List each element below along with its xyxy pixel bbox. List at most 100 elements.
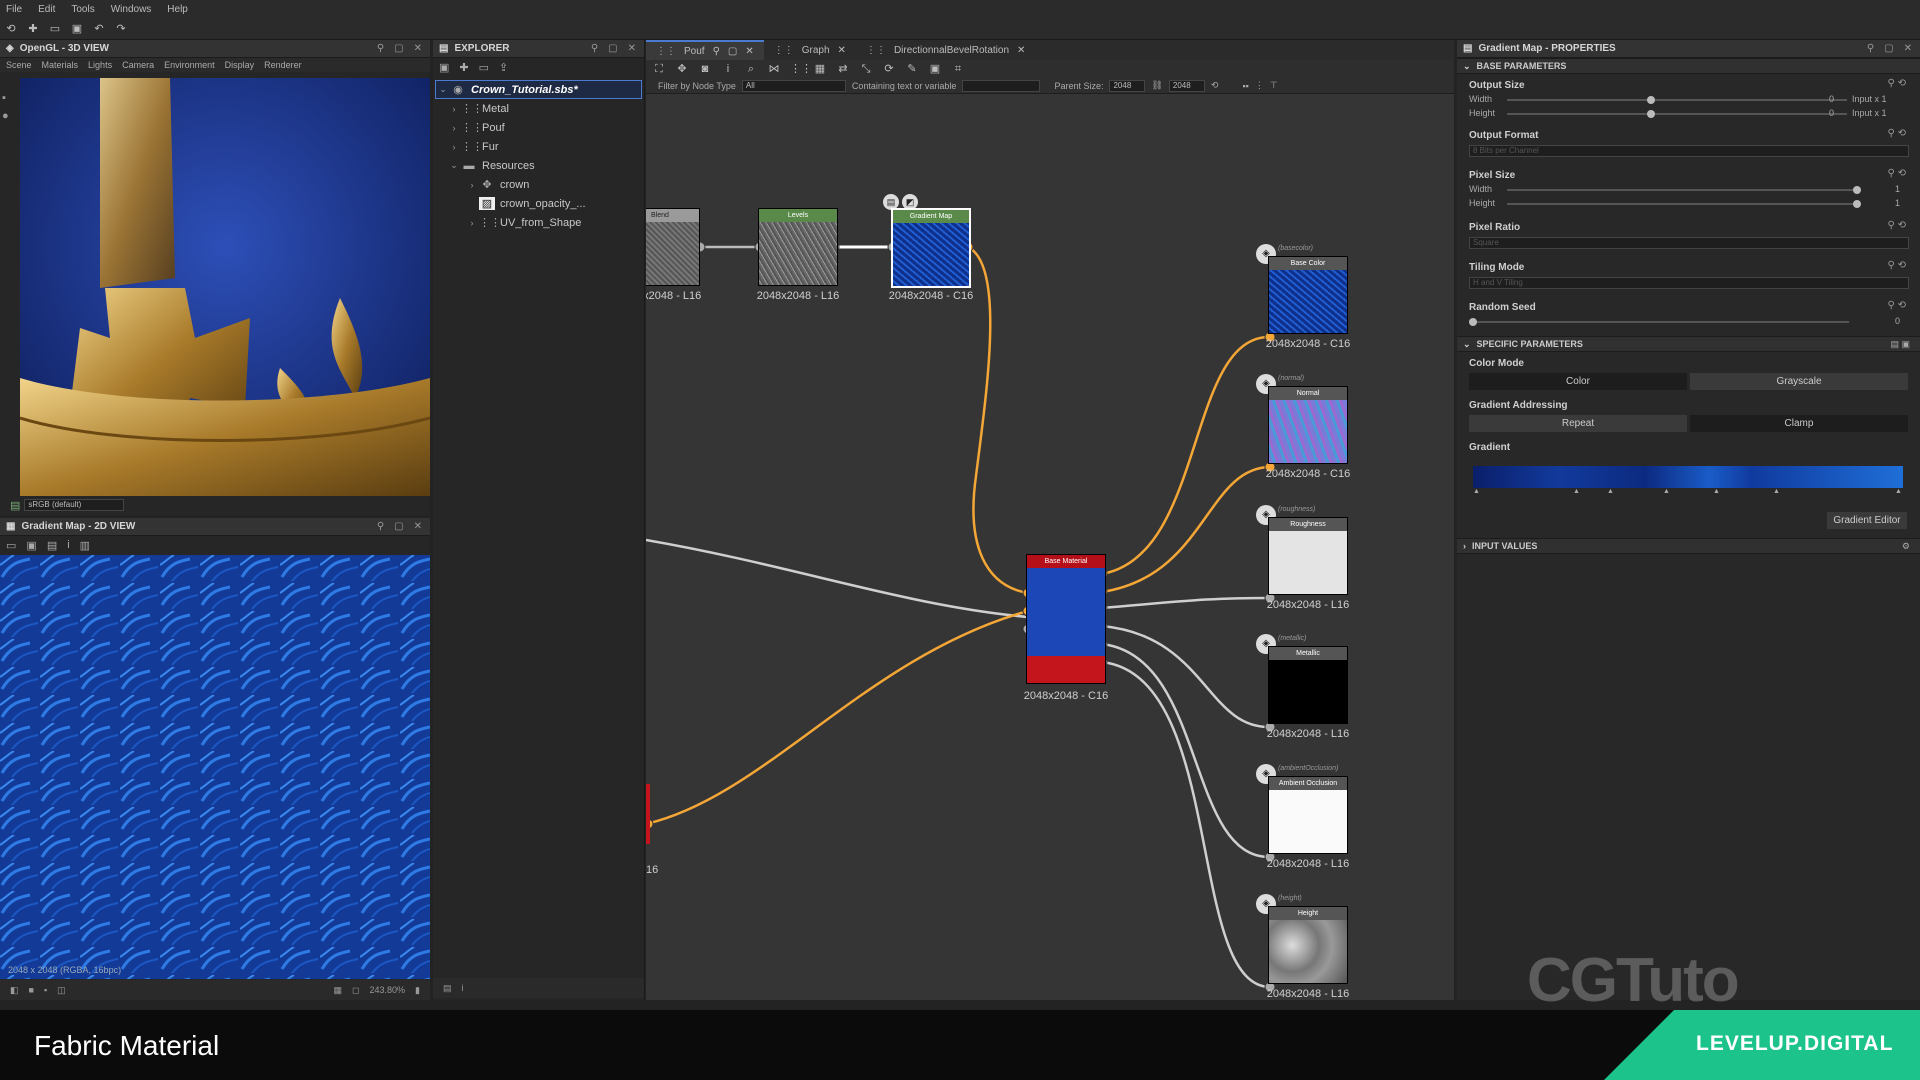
gear-icon[interactable]: ⚙: [1902, 541, 1920, 552]
slider-knob[interactable]: [1853, 186, 1861, 194]
tree-item-crown-opacity[interactable]: ▨ crown_opacity_...: [433, 194, 644, 213]
open-icon[interactable]: ▭: [48, 22, 62, 36]
tree-item-metal[interactable]: › ⋮⋮ Metal: [433, 99, 644, 118]
colorspace-select[interactable]: sRGB (default): [24, 499, 125, 511]
param-actions-icon[interactable]: ⚲ ⟲: [1888, 78, 1906, 89]
tree-root[interactable]: ⌄ ◉ Crown_Tutorial.sbs*: [435, 80, 642, 99]
gradient-editor-button[interactable]: Gradient Editor: [1827, 512, 1907, 529]
addressing-repeat-button[interactable]: Repeat: [1469, 415, 1687, 432]
histogram-icon[interactable]: ▥: [80, 539, 90, 552]
pixel-width-slider[interactable]: [1507, 186, 1861, 194]
graph-icon[interactable]: ⋮⋮: [790, 62, 812, 76]
view-mode-icon[interactable]: ▪▪: [1242, 81, 1248, 91]
tree-item-pouf[interactable]: › ⋮⋮ Pouf: [433, 118, 644, 137]
3d-viewport[interactable]: [20, 78, 430, 496]
chevron-right-icon[interactable]: ›: [465, 180, 479, 190]
pin-icon[interactable]: ⚲: [377, 521, 384, 532]
slider-knob[interactable]: [1469, 318, 1477, 326]
slider-knob[interactable]: [1853, 200, 1861, 208]
info-icon[interactable]: i: [67, 539, 69, 551]
chevron-right-icon[interactable]: ›: [465, 218, 479, 228]
snapshot-icon[interactable]: ◙: [698, 62, 712, 76]
publish-icon[interactable]: ⇪: [499, 61, 508, 74]
chevron-down-icon[interactable]: ⌄: [447, 160, 461, 171]
chevron-right-icon[interactable]: ›: [447, 142, 461, 152]
addressing-clamp-button[interactable]: Clamp: [1690, 415, 1908, 432]
pixel-height-slider[interactable]: [1507, 200, 1861, 208]
color-mode-color-button[interactable]: Color: [1469, 373, 1687, 390]
slider-knob[interactable]: [1647, 96, 1655, 104]
parent-size-select-b[interactable]: 2048: [1168, 79, 1205, 92]
info-icon[interactable]: i: [721, 62, 735, 76]
node-icon[interactable]: ▦: [813, 62, 827, 76]
light-icon[interactable]: ●: [2, 110, 18, 122]
align-icon[interactable]: ⋈: [767, 62, 781, 76]
param-actions-icon[interactable]: ⚲ ⟲: [1888, 128, 1906, 139]
base-parameters-header[interactable]: ⌄ BASE PARAMETERS: [1457, 58, 1920, 74]
containing-input[interactable]: [962, 79, 1041, 92]
gradient-preview[interactable]: [1473, 466, 1903, 488]
node-left-partial[interactable]: [646, 784, 650, 844]
gradient-stop-icon[interactable]: ▲: [1773, 488, 1780, 495]
output-width-mode[interactable]: Input x 1: [1852, 94, 1887, 104]
2d-viewport[interactable]: 2048 x 2048 (RGBA, 16bpc): [0, 555, 430, 979]
tree-item-fur[interactable]: › ⋮⋮ Fur: [433, 137, 644, 156]
pin-icon[interactable]: ⚲: [377, 43, 384, 54]
param-actions-icon[interactable]: ⚲ ⟲: [1888, 300, 1906, 311]
float-icon[interactable]: ▢: [1884, 43, 1893, 54]
info-icon[interactable]: i: [462, 983, 464, 993]
grid-icon[interactable]: ▦: [334, 985, 343, 996]
node-levels[interactable]: Levels: [758, 208, 838, 286]
node-output-height[interactable]: Height: [1268, 906, 1348, 984]
output-height-slider[interactable]: [1507, 110, 1847, 118]
close-icon[interactable]: ✕: [414, 43, 422, 54]
menu-materials[interactable]: Materials: [42, 60, 79, 70]
menu-tools[interactable]: Tools: [71, 4, 94, 15]
gradient-stop-icon[interactable]: ▲: [1573, 488, 1580, 495]
menu-environment[interactable]: Environment: [164, 60, 215, 70]
node-output-metallic[interactable]: Metallic: [1268, 646, 1348, 724]
copy-icon[interactable]: ▭: [6, 539, 16, 552]
menu-renderer[interactable]: Renderer: [264, 60, 302, 70]
menu-scene[interactable]: Scene: [6, 60, 32, 70]
node-output-ao[interactable]: Ambient Occlusion: [1268, 776, 1348, 854]
save-icon[interactable]: ▣: [70, 22, 84, 36]
channels-icon[interactable]: ◫: [57, 985, 66, 996]
input-values-header[interactable]: › INPUT VALUES ⚙: [1457, 538, 1920, 554]
crop-icon[interactable]: ⌗: [951, 62, 965, 76]
reset-icon[interactable]: ⟲: [1211, 80, 1219, 91]
tab-directionnal-bevel[interactable]: ⋮⋮ DirectionnalBevelRotation ✕: [856, 40, 1035, 60]
menu-lights[interactable]: Lights: [88, 60, 112, 70]
tree-layout-icon[interactable]: ⊤: [1270, 80, 1278, 91]
node-output-basecolor[interactable]: Base Color: [1268, 256, 1348, 334]
close-icon[interactable]: ✕: [1017, 45, 1025, 56]
lock-icon[interactable]: ▮: [415, 985, 430, 996]
chevron-right-icon[interactable]: ›: [447, 104, 461, 114]
camera-icon[interactable]: ▪: [2, 92, 18, 104]
node-output-roughness[interactable]: Roughness: [1268, 517, 1348, 595]
move-icon[interactable]: ✥: [675, 62, 689, 76]
node-blend[interactable]: Blend: [646, 208, 700, 286]
gradient-stop-icon[interactable]: ▲: [1713, 488, 1720, 495]
close-icon[interactable]: ✕: [628, 43, 636, 54]
tiling-mode-select[interactable]: H and V Tiling: [1469, 277, 1909, 289]
menu-windows[interactable]: Windows: [111, 4, 152, 15]
gradient-stop-icon[interactable]: ▲: [1663, 488, 1670, 495]
node-base-material[interactable]: Base Material: [1026, 554, 1106, 684]
search-icon[interactable]: ⌕: [744, 62, 758, 76]
float-icon[interactable]: ▢: [394, 43, 403, 54]
chevron-right-icon[interactable]: ›: [447, 123, 461, 133]
save-icon[interactable]: ▣: [439, 61, 449, 74]
zoom-level[interactable]: 243.80%: [370, 985, 406, 995]
frame-all-icon[interactable]: ⛶: [652, 62, 666, 76]
color-mode-grayscale-button[interactable]: Grayscale: [1690, 373, 1908, 390]
tree-item-uv-from-shape[interactable]: › ⋮⋮ UV_from_Shape: [433, 213, 644, 232]
export-icon[interactable]: ▤: [47, 539, 57, 552]
output-width-value[interactable]: 0: [1829, 94, 1834, 104]
tree-item-resources[interactable]: ⌄ ▬ Resources: [433, 156, 644, 175]
float-icon[interactable]: ▢: [608, 43, 617, 54]
menu-display[interactable]: Display: [225, 60, 255, 70]
refresh-icon[interactable]: ⟳: [882, 62, 896, 76]
options-icon[interactable]: ⋮: [1255, 80, 1264, 91]
param-actions-icon[interactable]: ⚲ ⟲: [1888, 168, 1906, 179]
